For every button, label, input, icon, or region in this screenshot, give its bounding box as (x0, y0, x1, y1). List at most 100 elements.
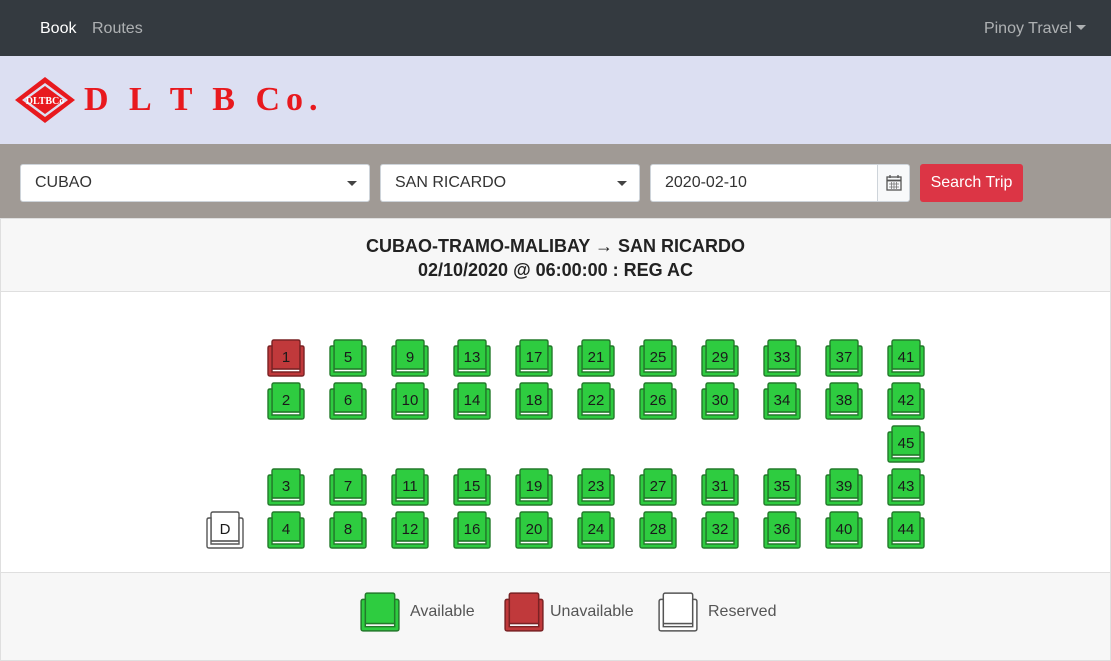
seat-number: 13 (463, 349, 481, 366)
seat-number: 17 (525, 349, 543, 366)
seat-map-card: CUBAO-TRAMO-MALIBAY → SAN RICARDO 02/10/… (0, 218, 1111, 661)
company-emblem-icon: DLTBCo (13, 76, 77, 129)
seat-25[interactable]: 25 (638, 339, 678, 377)
seat-2[interactable]: 2 (266, 382, 306, 420)
user-menu-label: Pinoy Travel (983, 20, 1072, 37)
seat-number: 1 (281, 349, 291, 366)
seat-35[interactable]: 35 (762, 468, 802, 506)
seat-45[interactable]: 45 (886, 425, 926, 463)
seat-41[interactable]: 41 (886, 339, 926, 377)
seat-1[interactable]: 1 (266, 339, 306, 377)
seat-number: 22 (587, 392, 605, 409)
seat-number: 36 (773, 521, 791, 538)
seat-number: 31 (711, 478, 729, 495)
date-field[interactable]: 2020-02-10 (650, 164, 910, 202)
seat-20[interactable]: 20 (514, 511, 554, 549)
seat-44[interactable]: 44 (886, 511, 926, 549)
seat-number: 32 (711, 521, 729, 538)
seat-4[interactable]: 4 (266, 511, 306, 549)
seat-number: 18 (525, 392, 543, 409)
seat-26[interactable]: 26 (638, 382, 678, 420)
company-logo-text: D L T B Co. (84, 81, 324, 118)
seat-21[interactable]: 21 (576, 339, 616, 377)
seat-19[interactable]: 19 (514, 468, 554, 506)
seat-13[interactable]: 13 (452, 339, 492, 377)
caret-down-icon (1076, 25, 1086, 30)
destination-select[interactable]: SAN RICARDO (380, 164, 640, 202)
seat-10[interactable]: 10 (390, 382, 430, 420)
seat-22[interactable]: 22 (576, 382, 616, 420)
seat-27[interactable]: 27 (638, 468, 678, 506)
seat-33[interactable]: 33 (762, 339, 802, 377)
nav-routes[interactable]: Routes (92, 19, 143, 39)
seat-number: 2 (281, 392, 291, 409)
seat-number: 12 (401, 521, 419, 538)
seat-29[interactable]: 29 (700, 339, 740, 377)
seat-number: 3 (281, 478, 291, 495)
seat-number: 19 (525, 478, 543, 495)
seat-11[interactable]: 11 (390, 468, 430, 506)
seat-9[interactable]: 9 (390, 339, 430, 377)
seat-number: 24 (587, 521, 605, 538)
seat-number: 45 (897, 435, 915, 452)
user-menu[interactable]: Pinoy Travel (984, 19, 1086, 39)
seat-number: 21 (587, 349, 605, 366)
seat-31[interactable]: 31 (700, 468, 740, 506)
seat-6[interactable]: 6 (328, 382, 368, 420)
chevron-down-icon (347, 181, 357, 186)
legend-reserved-label: Reserved (708, 603, 777, 620)
seat-number: 42 (897, 392, 915, 409)
driver-seat[interactable]: D (205, 511, 245, 549)
seat-14[interactable]: 14 (452, 382, 492, 420)
nav-book[interactable]: Book (40, 19, 76, 39)
seat-34[interactable]: 34 (762, 382, 802, 420)
seat-40[interactable]: 40 (824, 511, 864, 549)
seat-17[interactable]: 17 (514, 339, 554, 377)
trip-header: CUBAO-TRAMO-MALIBAY → SAN RICARDO 02/10/… (1, 219, 1110, 292)
seat-30[interactable]: 30 (700, 382, 740, 420)
seat-number: 5 (343, 349, 353, 366)
seat-32[interactable]: 32 (700, 511, 740, 549)
seat-number: 43 (897, 478, 915, 495)
calendar-button[interactable] (877, 165, 909, 201)
seat-23[interactable]: 23 (576, 468, 616, 506)
seat-37[interactable]: 37 (824, 339, 864, 377)
seat-3[interactable]: 3 (266, 468, 306, 506)
seat-15[interactable]: 15 (452, 468, 492, 506)
seat-36[interactable]: 36 (762, 511, 802, 549)
seat-number: 11 (402, 478, 418, 495)
seat-42[interactable]: 42 (886, 382, 926, 420)
origin-select[interactable]: CUBAO (20, 164, 370, 202)
seat-number: 4 (281, 521, 291, 538)
seat-5[interactable]: 5 (328, 339, 368, 377)
seat-number: D (219, 521, 231, 538)
brand-header: DLTBCo D L T B Co. (0, 56, 1111, 144)
seat-number: 26 (649, 392, 667, 409)
search-trip-button[interactable]: Search Trip (920, 164, 1023, 202)
seat-18[interactable]: 18 (514, 382, 554, 420)
seat-number: 25 (649, 349, 667, 366)
seat-number: 33 (773, 349, 791, 366)
destination-value: SAN RICARDO (395, 174, 507, 191)
seat-number: 6 (343, 392, 353, 409)
seat-39[interactable]: 39 (824, 468, 864, 506)
seat-number: 16 (463, 521, 481, 538)
seat-number: 30 (711, 392, 729, 409)
seat-7[interactable]: 7 (328, 468, 368, 506)
seat-number: 41 (897, 349, 915, 366)
seat-28[interactable]: 28 (638, 511, 678, 549)
seat-43[interactable]: 43 (886, 468, 926, 506)
seat-number: 20 (525, 521, 543, 538)
trip-search-bar: CUBAO SAN RICARDO 2020-02-10 Search Trip (0, 144, 1111, 218)
seat-24[interactable]: 24 (576, 511, 616, 549)
seat-16[interactable]: 16 (452, 511, 492, 549)
seat-38[interactable]: 38 (824, 382, 864, 420)
seat-number: 38 (835, 392, 853, 409)
seat-12[interactable]: 12 (390, 511, 430, 549)
origin-value: CUBAO (35, 174, 92, 191)
seat-8[interactable]: 8 (328, 511, 368, 549)
seat-number: 9 (405, 349, 415, 366)
calendar-icon (886, 175, 902, 191)
seat-number: 10 (401, 392, 419, 409)
legend-unavailable-label: Unavailable (550, 603, 634, 620)
